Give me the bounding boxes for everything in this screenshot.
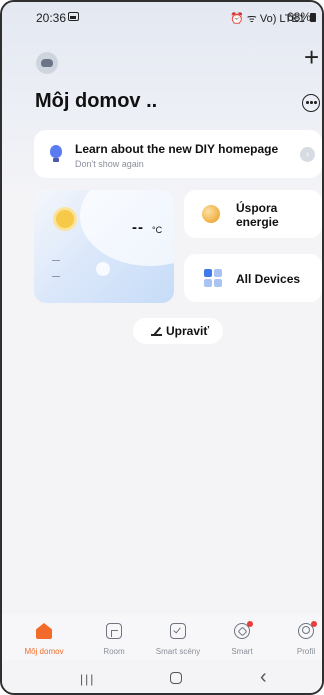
battery-percent: 68% <box>287 10 312 24</box>
banner-arrow-icon[interactable]: › <box>300 147 315 162</box>
tab-smart-scenes[interactable]: Smart scény <box>148 614 208 660</box>
tab-smart[interactable]: Smart <box>212 614 272 660</box>
energy-label: Úspora energie <box>236 201 279 229</box>
system-nav-bar: ||| ‹ <box>2 660 322 693</box>
room-icon <box>106 623 122 639</box>
home-icon <box>36 623 52 639</box>
home-name[interactable]: Môj domov .. <box>35 90 157 113</box>
tab-label: Smart scény <box>155 647 201 656</box>
back-icon[interactable]: ‹ <box>260 666 267 689</box>
notification-dot <box>311 621 317 627</box>
notification-dot <box>247 621 253 627</box>
weather-detail-2 <box>52 276 60 277</box>
energy-saving-tile[interactable]: Úspora energie <box>184 190 322 238</box>
devices-grid-icon <box>204 269 222 287</box>
sun-icon <box>56 210 74 228</box>
tab-label: Môj domov <box>24 647 64 656</box>
tab-my-home[interactable]: Môj domov <box>14 614 74 660</box>
tab-room[interactable]: Room <box>84 614 144 660</box>
edit-button[interactable]: Upraviť <box>133 318 223 344</box>
status-bar: 20:36 ⏰ ᯤ Vo) LTE1 68% <box>2 2 322 30</box>
home-nav-icon[interactable] <box>170 672 182 684</box>
energy-icon <box>202 205 220 223</box>
scene-icon <box>170 623 186 639</box>
energy-label-line1: Úspora <box>236 201 278 215</box>
plus-icon[interactable]: + <box>304 44 319 70</box>
temperature-value: -- <box>132 219 144 236</box>
tab-label: Smart <box>231 647 253 656</box>
recent-apps-icon[interactable]: ||| <box>80 672 95 686</box>
dont-show-again-link[interactable]: Don't show again <box>75 159 144 169</box>
weather-detail-1 <box>52 260 60 261</box>
energy-label-line2: energie <box>236 215 279 229</box>
gallery-notification-icon <box>68 12 79 21</box>
status-time: 20:36 <box>36 11 67 25</box>
battery-icon <box>310 13 316 22</box>
phone-screen: 20:36 ⏰ ᯤ Vo) LTE1 68% + Môj domov .. Le… <box>0 0 324 695</box>
weather-decoration <box>96 262 110 276</box>
edit-label: Upraviť <box>166 324 210 338</box>
pencil-icon <box>150 325 162 336</box>
bulb-icon <box>50 145 62 162</box>
weather-card[interactable]: -- °C <box>34 190 174 303</box>
diy-homepage-banner[interactable]: Learn about the new DIY homepage Don't s… <box>34 130 322 178</box>
all-devices-tile[interactable]: All Devices <box>184 254 322 302</box>
more-circle-icon[interactable] <box>302 94 320 112</box>
tab-profile[interactable]: Profil <box>276 614 322 660</box>
bottom-tab-bar: Môj domov Room Smart scény Smart Profil <box>2 614 322 660</box>
tab-label: Room <box>103 647 125 656</box>
all-devices-label: All Devices <box>236 272 301 286</box>
tab-label: Profil <box>296 647 316 656</box>
temperature-unit: °C <box>152 225 163 235</box>
banner-title: Learn about the new DIY homepage <box>75 142 279 156</box>
avatar-robot-icon[interactable] <box>36 52 58 74</box>
